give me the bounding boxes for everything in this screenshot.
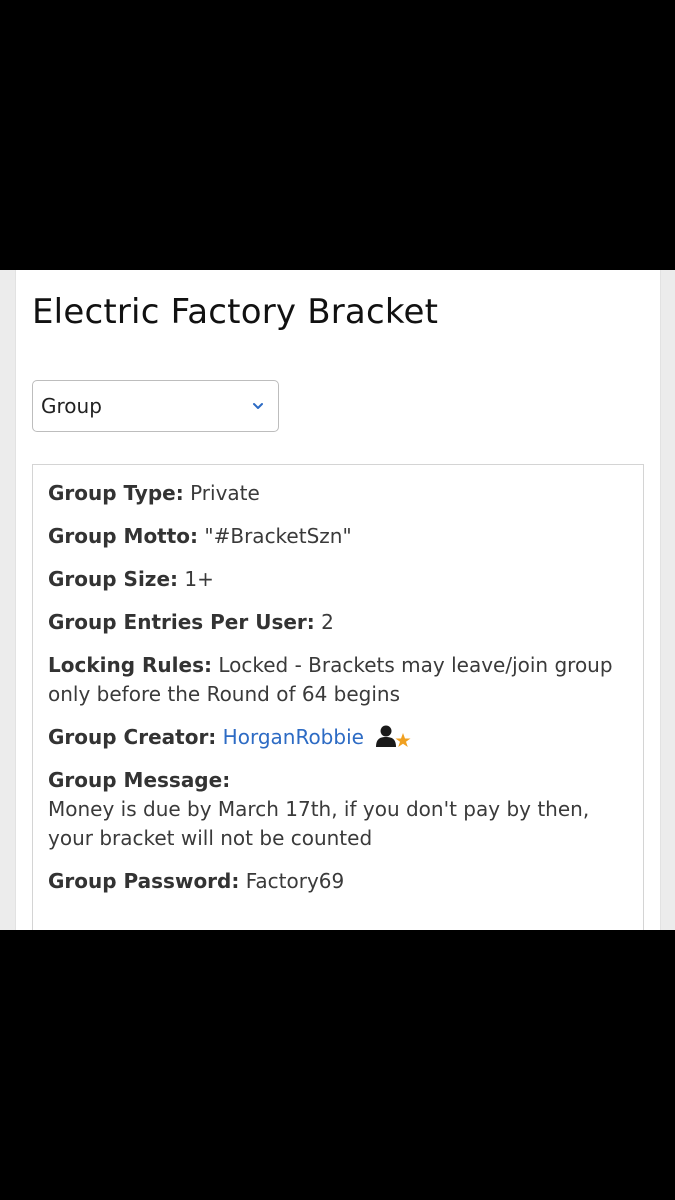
group-entries-value: 2 <box>321 610 334 634</box>
chevron-down-icon <box>253 403 263 409</box>
letterbox-bottom <box>0 930 675 1200</box>
group-type-row: Group Type: Private <box>48 479 638 508</box>
group-password-row: Group Password: Factory69 <box>48 867 638 896</box>
group-motto-row: Group Motto: "#BracketSzn" <box>48 522 638 551</box>
user-star-icon <box>376 725 411 747</box>
group-entries-label: Group Entries Per User: <box>48 610 315 634</box>
page-title: Electric Factory Bracket <box>32 292 439 332</box>
group-card: Electric Factory Bracket Group Group Typ… <box>15 270 661 930</box>
view-select-value: Group <box>41 394 102 418</box>
group-message-label: Group Message: <box>48 768 231 792</box>
group-message-row: Group Message: Money is due by March 17t… <box>48 766 638 853</box>
group-password-value: Factory69 <box>245 869 345 893</box>
group-creator-link[interactable]: HorganRobbie <box>223 725 364 749</box>
group-type-label: Group Type: <box>48 481 184 505</box>
locking-rules-row: Locking Rules: Locked - Brackets may lea… <box>48 651 638 709</box>
screenshot-content: Electric Factory Bracket Group Group Typ… <box>0 270 675 930</box>
group-type-value: Private <box>190 481 260 505</box>
locking-rules-label: Locking Rules: <box>48 653 212 677</box>
group-size-value: 1+ <box>184 567 214 591</box>
group-motto-value: "#BracketSzn" <box>204 524 352 548</box>
group-size-label: Group Size: <box>48 567 178 591</box>
group-password-label: Group Password: <box>48 869 240 893</box>
letterbox-top <box>0 0 675 270</box>
group-entries-row: Group Entries Per User: 2 <box>48 608 638 637</box>
group-details-panel: Group Type: Private Group Motto: "#Brack… <box>32 464 644 930</box>
group-size-row: Group Size: 1+ <box>48 565 638 594</box>
group-message-value: Money is due by March 17th, if you don't… <box>48 797 590 850</box>
group-creator-row: Group Creator: HorganRobbie <box>48 723 638 752</box>
view-select-dropdown[interactable]: Group <box>32 380 279 432</box>
group-motto-label: Group Motto: <box>48 524 199 548</box>
group-creator-label: Group Creator: <box>48 725 217 749</box>
